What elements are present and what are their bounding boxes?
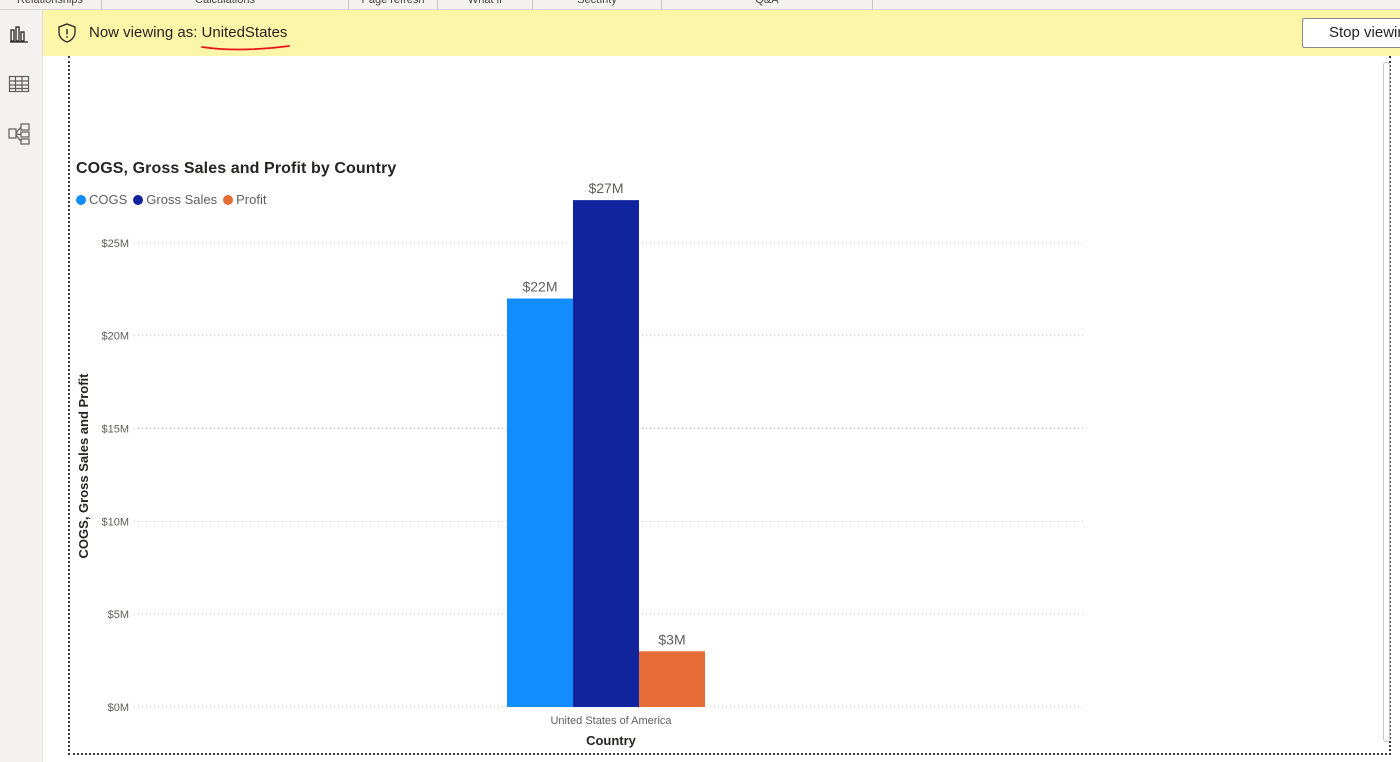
ribbon-group-page-refresh[interactable]: Page refresh [349,0,437,9]
ribbon-group-qa[interactable]: Q&A [662,0,872,9]
view-as-message: Now viewing as: UnitedStates [89,24,287,41]
model-view-button[interactable] [5,120,33,148]
chart-plot: $0M $5M $10M $15M $20M $25M COGS, Gross Sales … [76,180,1084,748]
data-view-button[interactable] [5,70,33,98]
ribbon: Relationships Calculations Page refresh … [0,0,1400,10]
ribbon-group-relationships[interactable]: Relationships [0,0,100,9]
data-label: $22M [522,279,557,295]
ribbon-group-what-if[interactable]: What if [438,0,532,9]
x-tick-label: United States of America [550,715,672,727]
y-axis-title: COGS, Gross Sales and Profit [76,373,91,559]
view-as-banner: Now viewing as: UnitedStates Stop viewin… [43,10,1400,56]
ribbon-group-security[interactable]: Security [533,0,661,9]
scrollbar-thumb[interactable] [1383,62,1390,742]
bar-gross-sales [573,200,639,707]
report-view-button[interactable] [5,20,33,48]
model-view-icon [8,123,30,145]
app-window: Relationships Calculations Page refresh … [0,0,1400,762]
ribbon-group-calculations[interactable]: Calculations [102,0,348,9]
x-axis-title: Country [586,733,637,748]
data-view-icon [8,75,30,93]
y-tick-label: $25M [101,238,129,250]
view-as-role: UnitedStates [201,24,288,41]
y-tick-label: $20M [101,331,129,343]
data-label: $3M [658,631,685,647]
report-view-icon [10,26,28,43]
annotation-underline [201,45,290,51]
y-tick-label: $0M [108,702,129,714]
shield-icon [58,23,76,43]
clustered-column-chart[interactable]: COGS, Gross Sales and Profit by Country … [76,150,1096,754]
bar-cogs [507,298,573,707]
ribbon-separator [872,0,873,9]
y-tick-label: $10M [101,516,129,528]
vertical-scrollbar[interactable] [1382,62,1391,742]
view-as-prefix: Now viewing as: [89,24,202,41]
stop-viewing-button[interactable]: Stop viewing [1302,18,1400,48]
data-label: $27M [588,180,623,196]
y-tick-label: $15M [101,424,129,436]
bar-profit [639,651,705,707]
y-tick-label: $5M [108,609,129,621]
view-switcher-rail [0,10,43,762]
